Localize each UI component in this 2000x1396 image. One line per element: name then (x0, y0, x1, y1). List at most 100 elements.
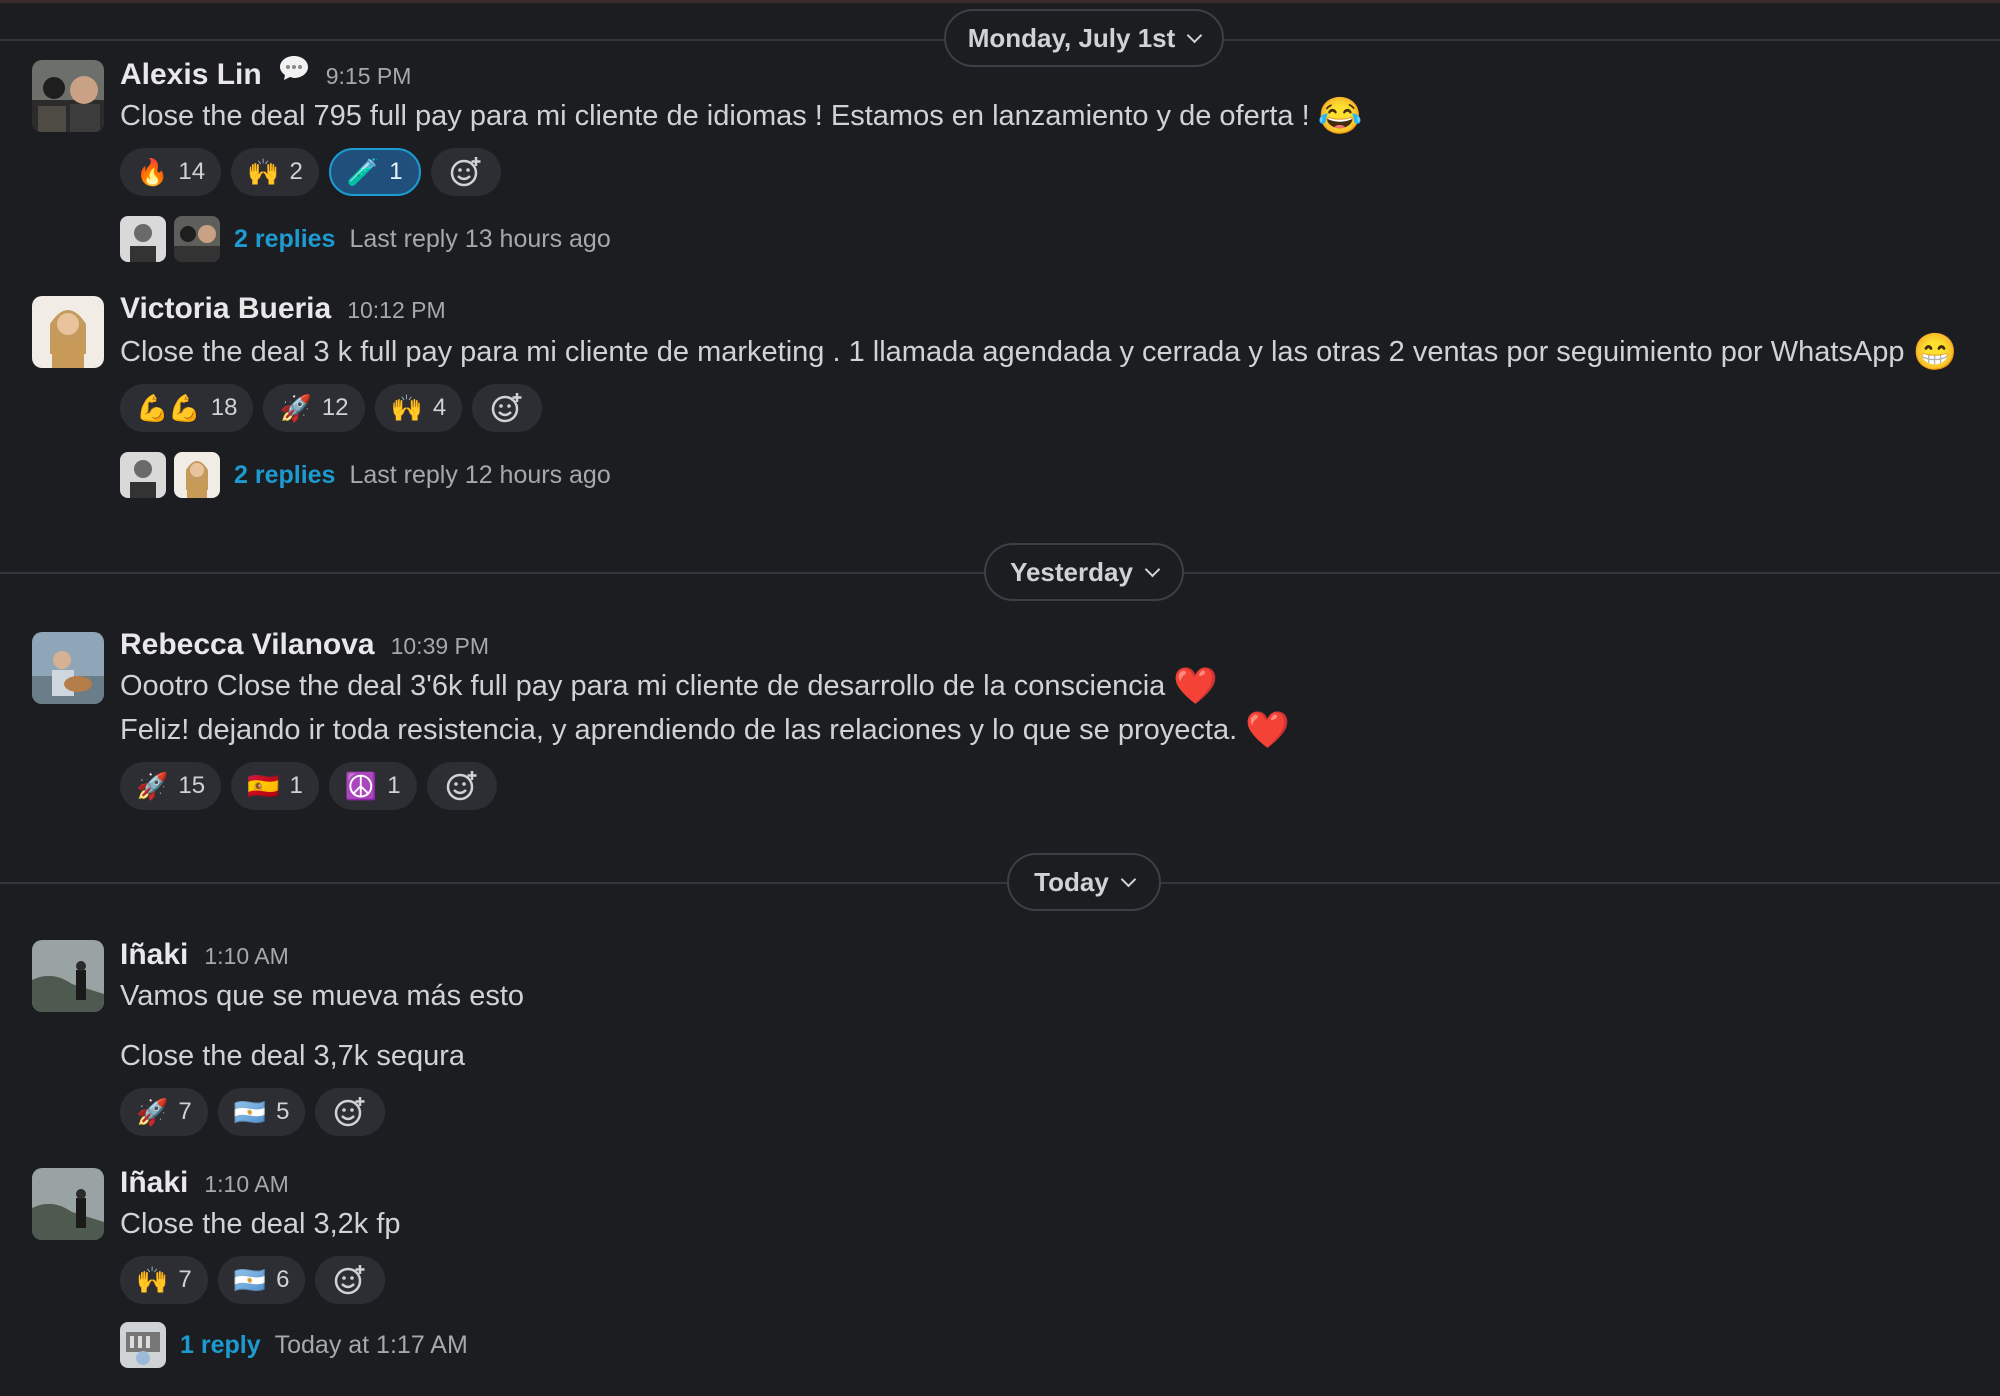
message-text: Close the deal 3,2k fp (120, 1208, 401, 1241)
message-body: Close the deal 3,2k fp (120, 1208, 401, 1240)
reaction-count: 15 (178, 772, 206, 799)
reaction-count: 2 (289, 158, 303, 185)
timestamp[interactable]: 10:39 PM (391, 633, 489, 660)
author-name[interactable]: Victoria Bueria (120, 292, 331, 326)
reply-avatar (120, 1322, 166, 1368)
reaction-count: 4 (432, 394, 447, 421)
message-body: Feliz! dejando ir toda resistencia, y ap… (120, 713, 1238, 746)
timestamp[interactable]: 10:12 PM (347, 297, 445, 324)
message-text: Close the deal 3,7k sequra (120, 1040, 465, 1073)
reaction-rocket[interactable]: 🚀 15 (120, 762, 222, 810)
message-text: Vamos que se mueva más esto (120, 980, 524, 1013)
reply-avatar (174, 452, 220, 498)
reaction-count: 7 (178, 1266, 192, 1293)
fire-emoji: 🔥 (136, 157, 169, 187)
reaction-count: 1 (389, 158, 403, 185)
author-name[interactable]: Iñaki (120, 1166, 188, 1200)
author-name[interactable]: Alexis Lin (120, 58, 262, 92)
test-tube-emoji: 🧪 (346, 157, 380, 187)
date-divider-label: Monday, July 1st (967, 22, 1176, 53)
message-text: Oootro Close the deal 3'6k full pay para… (120, 668, 1218, 704)
reaction-spain-flag[interactable]: 🇪🇸 1 (231, 762, 319, 810)
message-text-line2: Feliz! dejando ir toda resistencia, y ap… (120, 712, 1290, 748)
heart-emoji: ❤️ (1245, 709, 1290, 750)
last-reply-time: Last reply 13 hours ago (349, 224, 611, 253)
avatar[interactable] (32, 60, 104, 132)
reaction-flexed-biceps[interactable]: 💪💪 18 (120, 384, 254, 432)
message-body: Close the deal 3 k full pay para mi clie… (120, 335, 1905, 368)
reaction-fire[interactable]: 🔥 14 (120, 148, 222, 196)
reaction-raised-hands[interactable]: 🙌 2 (231, 148, 319, 196)
date-divider-yesterday[interactable]: Yesterday (984, 543, 1184, 601)
reaction-test-tube[interactable]: 🧪 1 (328, 148, 421, 196)
add-reaction-icon (335, 1265, 365, 1295)
reaction-bar: 💪💪 18 🚀 12 🙌 4 (120, 384, 543, 432)
reaction-argentina-flag[interactable]: 🇦🇷 6 (217, 1256, 306, 1304)
add-reaction-button[interactable] (315, 1256, 386, 1304)
timestamp[interactable]: 1:10 AM (204, 943, 288, 970)
reaction-bar: 🔥 14 🙌 2 🧪 1 (120, 148, 501, 196)
reaction-count: 14 (178, 158, 206, 185)
thread-summary[interactable]: 2 replies Last reply 12 hours ago (120, 452, 611, 498)
reaction-count: 12 (321, 394, 349, 421)
add-reaction-icon (492, 393, 522, 423)
reaction-count: 7 (178, 1098, 192, 1125)
raised-hands-emoji: 🙌 (136, 1265, 169, 1295)
date-divider-label: Today (1034, 866, 1109, 897)
spain-flag-emoji: 🇪🇸 (247, 771, 280, 801)
thread-summary[interactable]: 1 reply Today at 1:17 AM (120, 1322, 468, 1368)
avatar[interactable] (32, 940, 104, 1012)
message-body: Oootro Close the deal 3'6k full pay para… (120, 669, 1166, 702)
reaction-count: 6 (276, 1266, 290, 1293)
add-reaction-icon (335, 1097, 365, 1127)
add-reaction-button[interactable] (430, 148, 501, 196)
reaction-count: 18 (210, 394, 238, 421)
heart-emoji: ❤️ (1173, 665, 1219, 706)
chat-bubble-icon (278, 54, 310, 87)
grinning-emoji: 😁 (1912, 331, 1958, 372)
thread-summary[interactable]: 2 replies Last reply 13 hours ago (120, 216, 611, 262)
raised-hands-emoji: 🙌 (247, 157, 280, 187)
date-divider-today[interactable]: Today (1007, 853, 1161, 911)
reaction-peace[interactable]: ☮️ 1 (328, 762, 417, 810)
avatar[interactable] (32, 296, 104, 368)
timestamp[interactable]: 9:15 PM (326, 63, 412, 90)
reply-avatar (120, 452, 166, 498)
add-reaction-icon (446, 771, 477, 801)
reaction-bar: 🚀 7 🇦🇷 5 (120, 1088, 386, 1136)
add-reaction-icon (450, 157, 481, 187)
top-border (0, 0, 2000, 3)
message-text: Close the deal 795 full pay para mi clie… (120, 98, 1362, 134)
replies-link[interactable]: 2 replies (234, 461, 335, 490)
rocket-emoji: 🚀 (279, 393, 312, 423)
add-reaction-button[interactable] (472, 384, 543, 432)
timestamp[interactable]: 1:10 AM (204, 1171, 288, 1198)
replies-link[interactable]: 1 reply (180, 1331, 261, 1360)
reaction-count: 1 (289, 772, 303, 799)
avatar[interactable] (32, 1168, 104, 1240)
rocket-emoji: 🚀 (136, 1097, 169, 1127)
reaction-raised-hands[interactable]: 🙌 7 (120, 1256, 208, 1304)
raised-hands-emoji: 🙌 (390, 393, 423, 423)
replies-link[interactable]: 2 replies (234, 225, 335, 254)
reaction-rocket[interactable]: 🚀 7 (120, 1088, 208, 1136)
peace-emoji: ☮️ (344, 771, 378, 801)
message-text: Close the deal 3 k full pay para mi clie… (120, 334, 1957, 370)
avatar[interactable] (32, 632, 104, 704)
author-name[interactable]: Rebecca Vilanova (120, 628, 375, 662)
reaction-rocket[interactable]: 🚀 12 (263, 384, 365, 432)
reaction-bar: 🙌 7 🇦🇷 6 (120, 1256, 386, 1304)
message-body: Close the deal 3,7k sequra (120, 1040, 465, 1072)
author-name[interactable]: Iñaki (120, 938, 188, 972)
date-divider-monday[interactable]: Monday, July 1st (944, 9, 1224, 67)
reaction-argentina-flag[interactable]: 🇦🇷 5 (217, 1088, 306, 1136)
add-reaction-button[interactable] (426, 762, 497, 810)
reaction-raised-hands[interactable]: 🙌 4 (374, 384, 463, 432)
laughing-emoji: 😂 (1317, 95, 1363, 136)
add-reaction-button[interactable] (315, 1088, 386, 1136)
reaction-count: 1 (387, 772, 401, 799)
reaction-bar: 🚀 15 🇪🇸 1 ☮️ 1 (120, 762, 497, 810)
reply-avatar (120, 216, 166, 262)
date-divider-label: Yesterday (1010, 556, 1133, 587)
last-reply-time: Last reply 12 hours ago (349, 460, 611, 489)
